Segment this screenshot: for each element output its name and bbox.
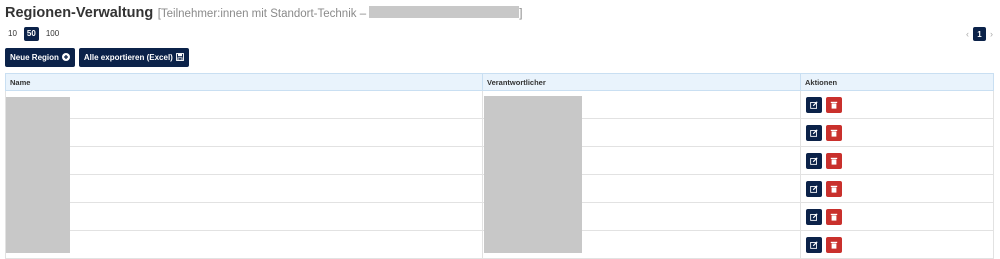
delete-button[interactable] bbox=[826, 124, 842, 141]
edit-icon bbox=[810, 128, 818, 137]
cell-actions bbox=[800, 90, 994, 119]
page-size-50[interactable]: 50 bbox=[23, 27, 39, 41]
redacted-responsibles bbox=[484, 96, 582, 253]
edit-button[interactable] bbox=[806, 124, 822, 141]
delete-button[interactable] bbox=[826, 180, 842, 197]
pagination: ‹ 1 › bbox=[966, 26, 993, 42]
cell-actions bbox=[800, 118, 994, 147]
column-header-responsible[interactable]: Verantwortlicher bbox=[482, 73, 801, 91]
trash-icon bbox=[830, 157, 838, 165]
edit-icon bbox=[810, 184, 818, 193]
cell-name bbox=[5, 202, 483, 231]
edit-icon bbox=[810, 100, 818, 109]
cell-name bbox=[5, 118, 483, 147]
table-header-row: Name Verantwortlicher Aktionen bbox=[5, 73, 994, 91]
cell-actions bbox=[800, 230, 994, 259]
page-title-row: Regionen-Verwaltung [Teilnehmer:innen mi… bbox=[5, 4, 523, 22]
delete-button[interactable] bbox=[826, 96, 842, 113]
edit-icon bbox=[810, 240, 818, 249]
save-icon bbox=[175, 52, 184, 63]
cell-name bbox=[5, 230, 483, 259]
new-region-label: Neue Region bbox=[10, 53, 59, 62]
prev-page-icon[interactable]: ‹ bbox=[966, 29, 969, 39]
cell-actions bbox=[800, 146, 994, 175]
trash-icon bbox=[830, 213, 838, 221]
trash-icon bbox=[830, 101, 838, 109]
trash-icon bbox=[830, 129, 838, 137]
subtitle-suffix: ] bbox=[519, 8, 523, 20]
redacted-names bbox=[6, 97, 70, 253]
cell-actions bbox=[800, 202, 994, 231]
toolbar: Neue Region Alle exportieren (Excel) bbox=[5, 48, 189, 67]
column-header-name[interactable]: Name bbox=[5, 73, 483, 91]
delete-button[interactable] bbox=[826, 208, 842, 225]
edit-icon bbox=[810, 156, 818, 165]
cell-name bbox=[5, 146, 483, 175]
page-size-100[interactable]: 100 bbox=[43, 27, 62, 41]
trash-icon bbox=[830, 185, 838, 193]
next-page-icon[interactable]: › bbox=[990, 29, 993, 39]
cell-actions bbox=[800, 174, 994, 203]
delete-button[interactable] bbox=[826, 236, 842, 253]
page-size-10[interactable]: 10 bbox=[5, 27, 20, 41]
cell-name bbox=[5, 174, 483, 203]
edit-button[interactable] bbox=[806, 208, 822, 225]
redacted-location bbox=[369, 6, 520, 18]
subtitle-prefix: [Teilnehmer:innen mit Standort-Technik – bbox=[157, 8, 367, 20]
page-size-selector: 10 50 100 bbox=[5, 27, 62, 41]
trash-icon bbox=[830, 241, 838, 249]
export-excel-button[interactable]: Alle exportieren (Excel) bbox=[78, 48, 189, 67]
delete-button[interactable] bbox=[826, 152, 842, 169]
edit-button[interactable] bbox=[806, 152, 822, 169]
page-subtitle: [Teilnehmer:innen mit Standort-Technik –… bbox=[157, 6, 523, 20]
edit-button[interactable] bbox=[806, 236, 822, 253]
edit-button[interactable] bbox=[806, 180, 822, 197]
export-label: Alle exportieren (Excel) bbox=[83, 53, 173, 62]
page-title: Regionen-Verwaltung bbox=[5, 5, 154, 21]
page-number-current[interactable]: 1 bbox=[973, 27, 986, 41]
edit-icon bbox=[810, 212, 818, 221]
cell-name bbox=[5, 90, 483, 119]
edit-button[interactable] bbox=[806, 96, 822, 113]
new-region-button[interactable]: Neue Region bbox=[5, 48, 75, 67]
plus-circle-icon bbox=[61, 52, 70, 63]
column-header-actions: Aktionen bbox=[800, 73, 994, 91]
